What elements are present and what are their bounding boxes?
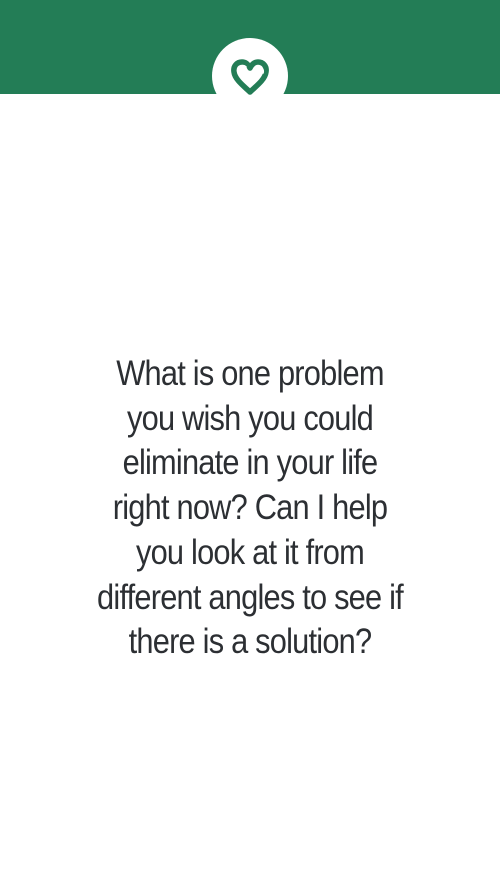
prompt-text: What is one problem you wish you could e… [97,354,404,662]
heart-icon [231,59,269,95]
heart-badge [212,38,288,114]
